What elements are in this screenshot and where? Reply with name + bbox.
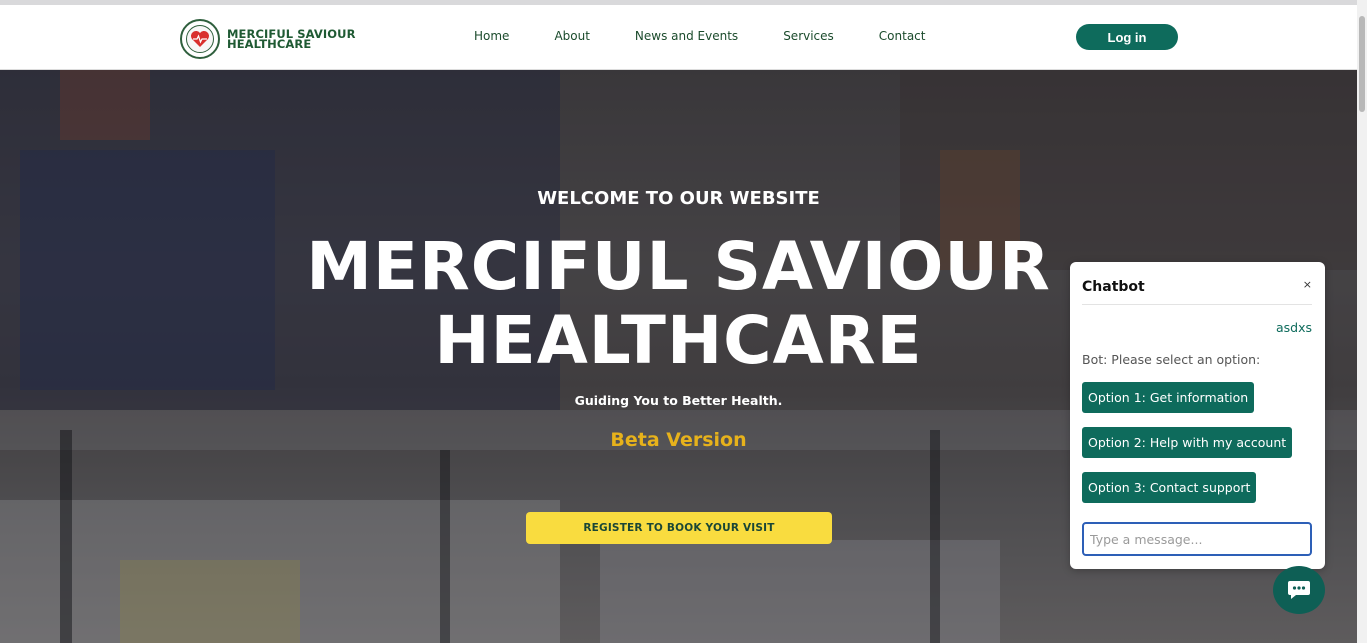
main-nav: Home About News and Events Services Cont… — [474, 29, 925, 43]
page-scrollbar[interactable] — [1357, 0, 1367, 643]
nav-news-and-events[interactable]: News and Events — [635, 29, 738, 43]
welcome-heading: WELCOME TO OUR WEBSITE — [537, 188, 820, 209]
chatbot-title: Chatbot — [1082, 279, 1145, 295]
register-button[interactable]: REGISTER TO BOOK YOUR VISIT — [526, 512, 832, 544]
heart-badge-icon — [180, 19, 220, 59]
brand-logo[interactable]: MERCIFUL SAVIOUR HEALTHCARE — [180, 19, 356, 59]
scrollbar-thumb[interactable] — [1359, 16, 1365, 112]
user-message: asdxs — [1275, 320, 1312, 335]
option-contact-support-button[interactable]: Option 3: Contact support — [1082, 472, 1257, 503]
nav-home[interactable]: Home — [474, 29, 509, 43]
option-account-help-button[interactable]: Option 2: Help with my account — [1082, 427, 1293, 458]
nav-about[interactable]: About — [554, 29, 589, 43]
nav-contact[interactable]: Contact — [879, 29, 926, 43]
chat-bubble-icon — [1288, 581, 1310, 599]
brand-name: MERCIFUL SAVIOUR HEALTHCARE — [227, 28, 356, 50]
chatbot-header: Chatbot × — [1082, 276, 1312, 305]
option-get-information-button[interactable]: Option 1: Get information — [1082, 382, 1255, 413]
chat-message-input[interactable] — [1082, 522, 1312, 556]
bot-message: Bot: Please select an option: — [1082, 352, 1261, 367]
close-icon[interactable]: × — [1303, 278, 1312, 291]
nav-services[interactable]: Services — [783, 29, 834, 43]
site-header: MERCIFUL SAVIOUR HEALTHCARE Home About N… — [0, 5, 1357, 70]
chatbot-panel: Chatbot × asdxs Bot: Please select an op… — [1070, 262, 1325, 569]
login-button[interactable]: Log in — [1076, 24, 1178, 50]
chat-toggle-button[interactable] — [1273, 566, 1325, 614]
